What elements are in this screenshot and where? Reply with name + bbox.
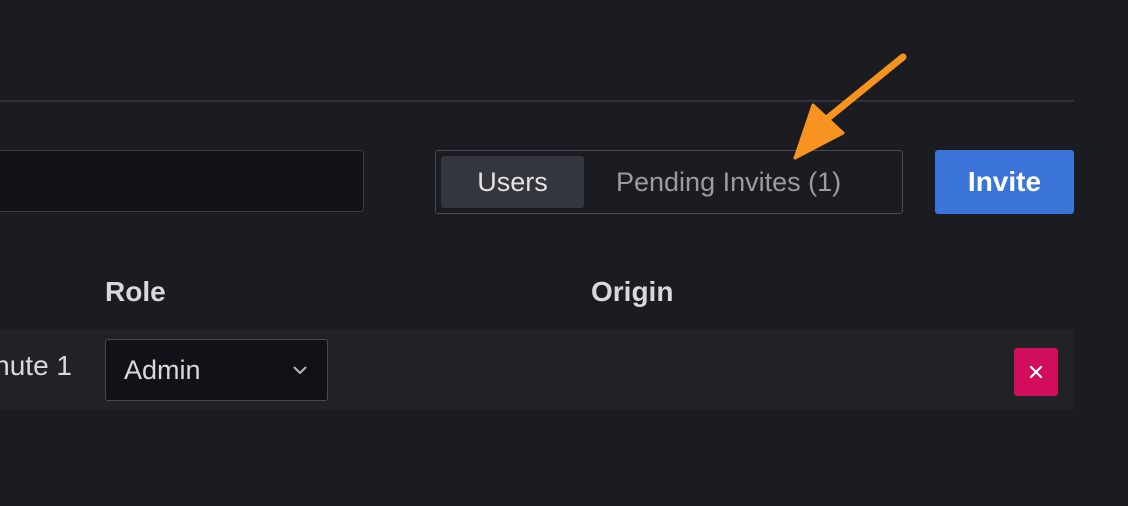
chevron-down-icon [291,361,309,379]
delete-user-button[interactable] [1014,348,1058,396]
role-select-value: Admin [124,354,201,385]
table-row: 1 minute Admin [0,330,1074,410]
search-input[interactable] [0,150,364,212]
column-header-role: Role [105,276,166,307]
header-divider [0,100,1074,102]
page: Users Pending Invites (1) Invite Role Or… [0,0,1128,506]
invite-button[interactable]: Invite [935,150,1074,214]
column-header-origin: Origin [591,276,674,307]
role-select[interactable]: Admin [105,339,328,401]
tab-users[interactable]: Users [441,156,584,208]
last-seen-cell: 1 minute [0,350,72,381]
arrow-annotation [793,53,907,160]
close-icon [1029,365,1043,379]
